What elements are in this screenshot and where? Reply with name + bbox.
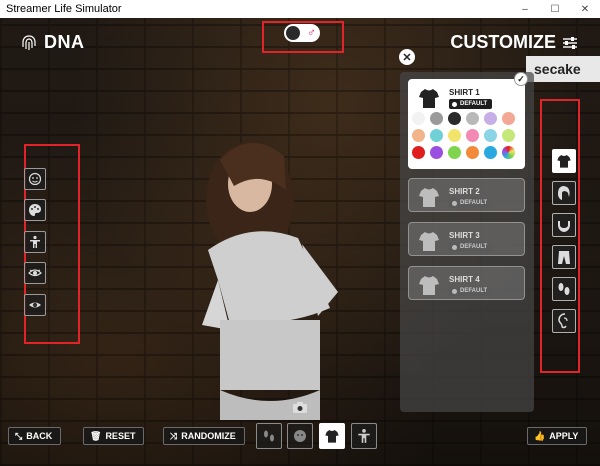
fingerprint-icon xyxy=(22,34,36,50)
gender-toggle[interactable]: ♂ xyxy=(284,24,320,42)
color-swatch[interactable] xyxy=(466,112,479,125)
view-full-body[interactable] xyxy=(351,423,377,449)
dna-tool-face[interactable] xyxy=(24,168,46,190)
view-feet[interactable] xyxy=(256,423,282,449)
dna-tool-eye[interactable] xyxy=(24,294,46,316)
view-shirt[interactable] xyxy=(319,423,345,449)
dna-tool-palette[interactable] xyxy=(24,199,46,221)
face-view-icon xyxy=(294,430,306,442)
reset-button[interactable]: 🗑 RESET xyxy=(83,427,145,445)
eye-shape-icon xyxy=(28,269,42,277)
dna-tool-body[interactable] xyxy=(24,231,46,253)
shirt-icon xyxy=(419,188,439,207)
body-icon xyxy=(30,235,40,248)
color-swatch[interactable] xyxy=(412,146,425,159)
default-badge: DEFAULT xyxy=(449,198,493,208)
customize-title: CUSTOMIZE xyxy=(450,32,556,52)
palette-icon xyxy=(29,204,41,216)
default-badge: DEFAULT xyxy=(449,286,493,296)
back-label: BACK xyxy=(26,431,53,441)
trash-icon: 🗑 xyxy=(90,430,102,441)
close-window-button[interactable]: ✕ xyxy=(570,0,600,18)
color-swatch[interactable] xyxy=(484,146,497,159)
minimize-button[interactable]: – xyxy=(510,0,540,18)
reset-label: RESET xyxy=(105,431,136,441)
color-swatch[interactable] xyxy=(502,112,515,125)
view-face[interactable] xyxy=(287,423,313,449)
color-swatch[interactable] xyxy=(466,146,479,159)
category-beard[interactable] xyxy=(552,213,576,237)
eye-icon xyxy=(29,302,41,308)
category-shoes[interactable] xyxy=(552,277,576,301)
camera-icon[interactable] xyxy=(293,402,307,413)
thumbs-up-icon: 👍 xyxy=(534,430,546,441)
shirt-name: SHIRT 2 xyxy=(449,187,480,196)
customize-header: CUSTOMIZE xyxy=(450,32,578,53)
color-swatch[interactable] xyxy=(448,112,461,125)
shuffle-icon: ⤨ xyxy=(170,430,178,441)
shirt-icon xyxy=(419,89,439,108)
dna-tool-eye-shape[interactable] xyxy=(24,262,46,284)
color-swatch[interactable] xyxy=(484,129,497,142)
hair-icon xyxy=(558,186,570,200)
male-symbol-icon: ♂ xyxy=(307,25,316,39)
color-swatches xyxy=(412,112,522,159)
shirt-card-2[interactable]: SHIRT 2 DEFAULT xyxy=(408,178,525,212)
sliders-icon[interactable] xyxy=(562,36,578,50)
color-swatch[interactable] xyxy=(448,129,461,142)
shirt-icon xyxy=(419,276,439,295)
shirt-name: SHIRT 3 xyxy=(449,231,480,240)
randomize-button[interactable]: ⤨ RANDOMIZE xyxy=(163,427,245,445)
shirt-name: SHIRT 1 xyxy=(449,88,480,97)
randomize-label: RANDOMIZE xyxy=(181,431,236,441)
toggle-knob xyxy=(286,26,300,40)
color-swatch[interactable] xyxy=(502,129,515,142)
close-panel-button[interactable]: ✕ xyxy=(399,49,415,65)
shirt-card-4[interactable]: SHIRT 4 DEFAULT xyxy=(408,266,525,300)
shirt-name: SHIRT 4 xyxy=(449,275,480,284)
category-shirt[interactable] xyxy=(552,149,576,173)
ear-icon xyxy=(558,313,568,329)
color-swatch[interactable] xyxy=(466,129,479,142)
color-swatch[interactable] xyxy=(412,112,425,125)
category-hair[interactable] xyxy=(552,181,576,205)
color-swatch[interactable] xyxy=(412,129,425,142)
dna-header: DNA xyxy=(22,32,85,53)
dna-title: DNA xyxy=(44,32,85,52)
back-button[interactable]: ⤡ BACK xyxy=(8,427,62,445)
shirt-view-icon xyxy=(325,430,339,443)
shoes-icon xyxy=(558,283,570,295)
default-badge: DEFAULT xyxy=(449,242,493,252)
background-sign: secake xyxy=(526,56,600,82)
custom-color-picker-icon[interactable] xyxy=(502,146,515,159)
color-swatch[interactable] xyxy=(430,112,443,125)
window-titlebar: Streamer Life Simulator – ☐ ✕ xyxy=(0,0,600,18)
check-icon[interactable]: ✓ xyxy=(514,72,528,86)
maximize-button[interactable]: ☐ xyxy=(540,0,570,18)
shirt-icon xyxy=(419,232,439,251)
face-icon xyxy=(28,172,42,186)
full-body-view-icon xyxy=(358,429,370,443)
window-title: Streamer Life Simulator xyxy=(6,3,122,15)
apply-label: APPLY xyxy=(549,431,579,441)
color-swatch[interactable] xyxy=(430,129,443,142)
pants-icon xyxy=(558,251,570,264)
apply-button[interactable]: 👍 APPLY xyxy=(527,427,588,445)
category-pants[interactable] xyxy=(552,245,576,269)
color-swatch[interactable] xyxy=(484,112,497,125)
shirt-icon xyxy=(557,155,571,168)
default-badge: DEFAULT xyxy=(449,99,493,109)
color-swatch[interactable] xyxy=(430,146,443,159)
shirt-card-3[interactable]: SHIRT 3 DEFAULT xyxy=(408,222,525,256)
feet-view-icon xyxy=(264,430,274,442)
color-swatch[interactable] xyxy=(448,146,461,159)
collapse-arrows-icon: ⤡ xyxy=(15,430,23,441)
beard-icon xyxy=(558,221,570,232)
character-model xyxy=(202,142,338,420)
category-ear[interactable] xyxy=(552,309,576,333)
